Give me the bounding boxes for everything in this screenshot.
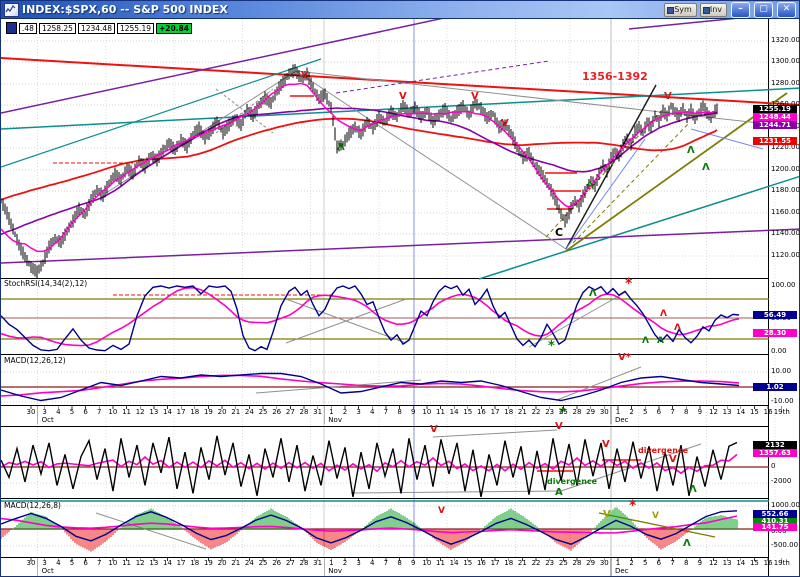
quote-low: 1234.48	[78, 23, 115, 34]
title-bar[interactable]: INDEX:$SPX,60 -- S&P 500 INDEX Sym Inv –…	[1, 1, 799, 19]
quote-high: 1258.25	[39, 23, 76, 34]
quote-change-badge: +20.84	[156, 23, 192, 34]
quote-bar: .48 1258.25 1234.48 1255.19 +20.84	[6, 22, 192, 34]
chart-canvas[interactable]	[1, 1, 800, 577]
quote-icon	[6, 22, 17, 34]
app-icon	[4, 3, 19, 17]
quote-open: .48	[19, 23, 37, 34]
inv-button[interactable]: Inv	[700, 3, 727, 17]
maximize-button[interactable]: ▢	[754, 2, 773, 18]
quote-last: 1255.19	[117, 23, 154, 34]
window-title: INDEX:$SPX,60 -- S&P 500 INDEX	[22, 3, 228, 16]
chart-window: INDEX:$SPX,60 -- S&P 500 INDEX Sym Inv –…	[0, 0, 800, 577]
minimize-button[interactable]: –	[731, 2, 750, 18]
sym-button[interactable]: Sym	[664, 3, 697, 17]
close-button[interactable]: ✕	[777, 2, 796, 18]
